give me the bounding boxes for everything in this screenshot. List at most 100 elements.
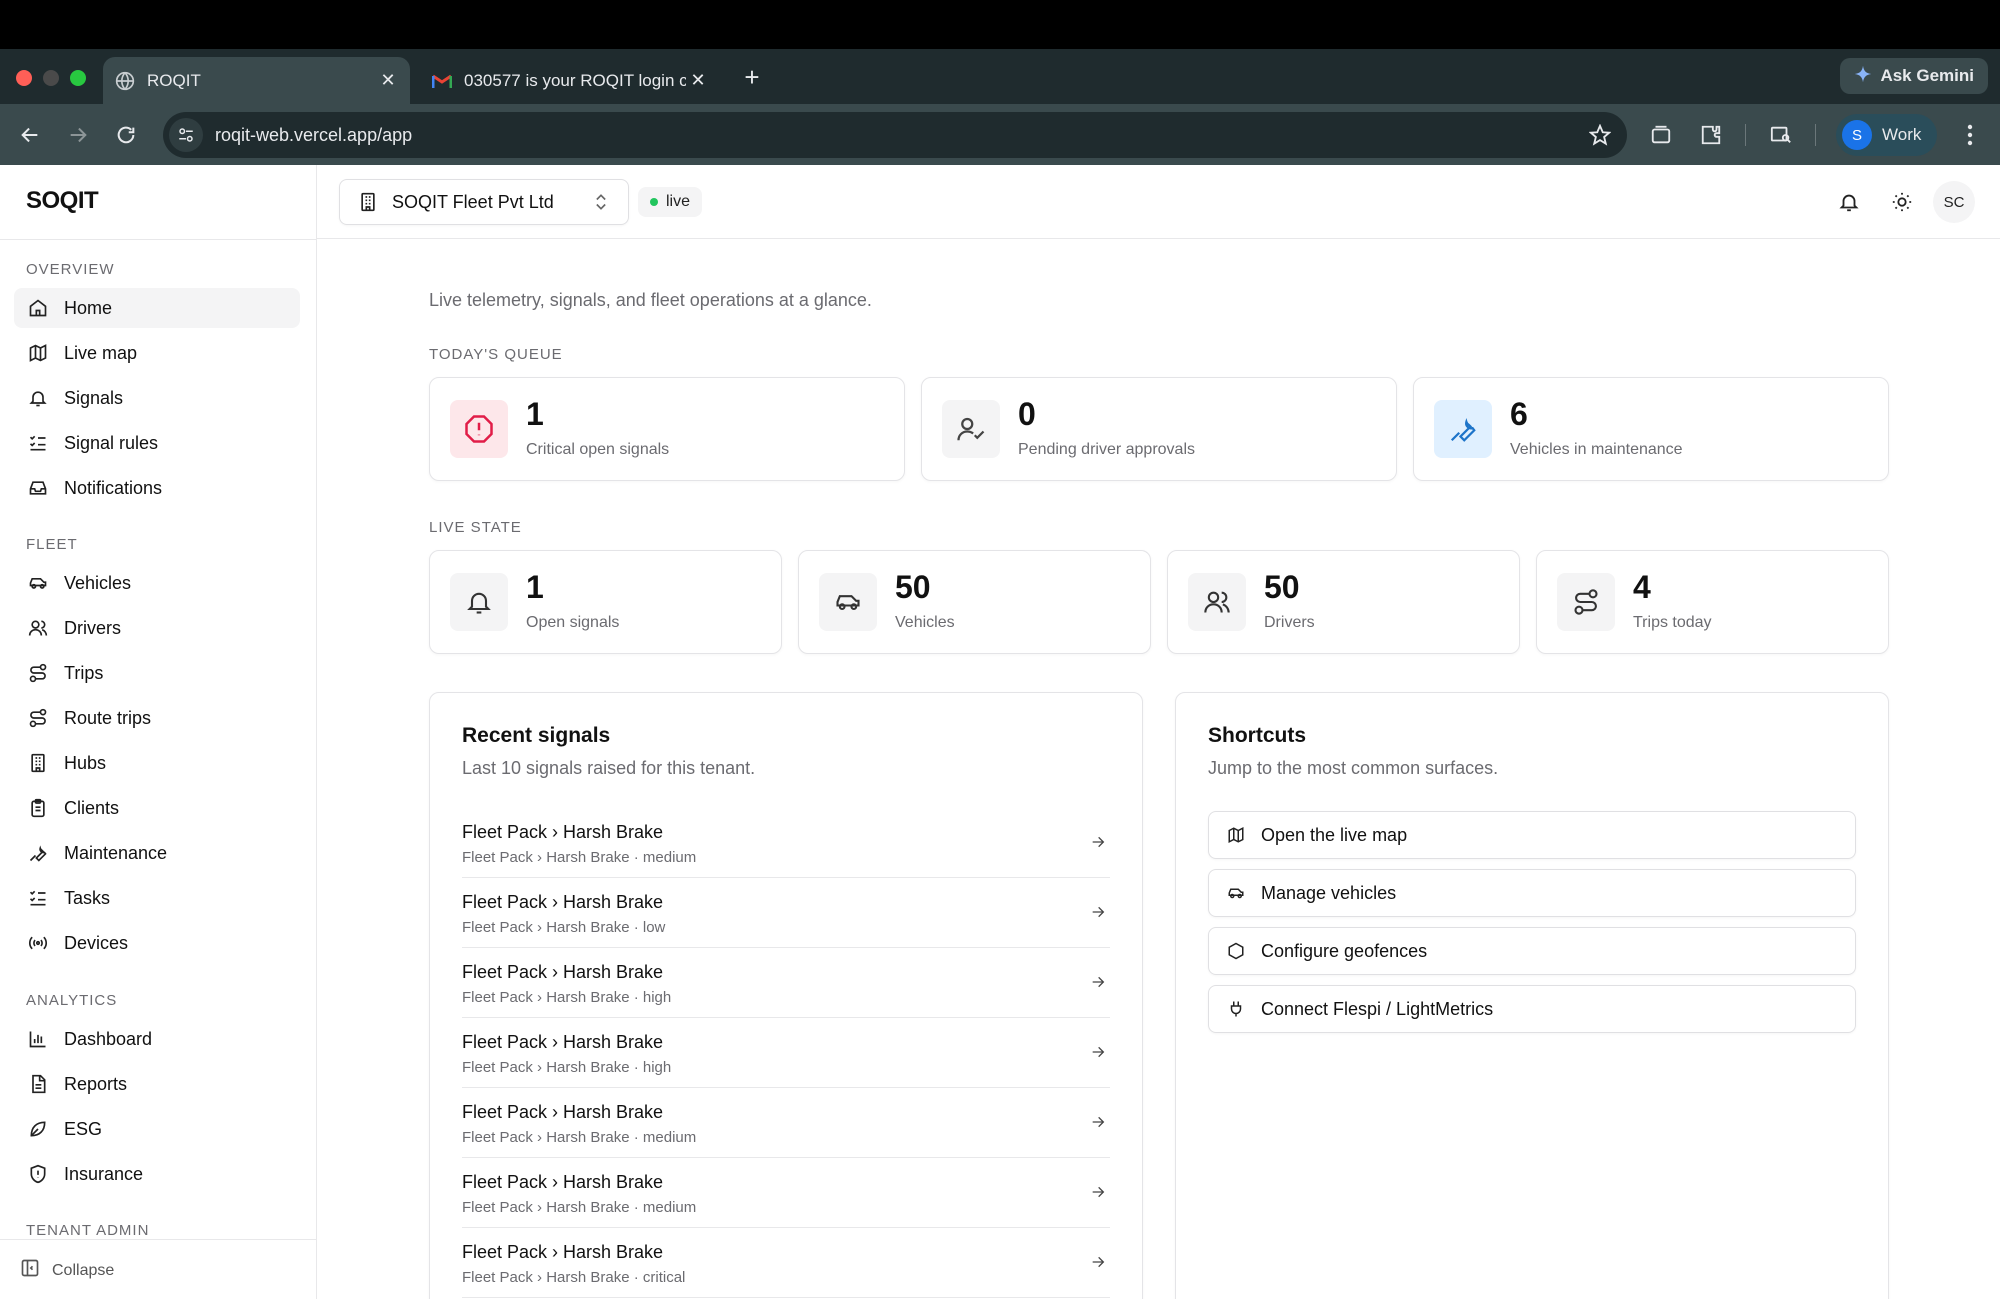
sun-icon[interactable] [1888,188,1916,216]
new-tab-icon[interactable]: + [737,62,767,92]
sidebar-item-label: Route trips [64,707,152,728]
building-icon [356,190,380,214]
inbox-icon [26,476,50,500]
sidebar-item-route-trips[interactable]: Route trips [14,698,300,738]
stat-card-critical-signals[interactable]: 1 Critical open signals [429,377,905,481]
browser-tab-gmail[interactable]: 030577 is your ROQIT login c ✕ [420,57,720,104]
arrow-right-icon [1086,1040,1110,1064]
bar-chart-icon [26,1027,50,1051]
sidebar-item-clients[interactable]: Clients [14,788,300,828]
signal-row[interactable]: Fleet Pack › Harsh Brake Fleet Pack › Ha… [462,808,1110,878]
window-minimize-dot[interactable] [43,70,59,86]
sidebar-item-devices[interactable]: Devices [14,923,300,963]
close-tab-icon[interactable]: ✕ [686,69,710,93]
screen-top-bar [0,0,2000,49]
reload-icon[interactable] [112,121,140,149]
sidebar-item-label: Vehicles [64,572,132,593]
window-close-dot[interactable] [16,70,32,86]
plug-icon [1225,998,1247,1020]
sidebar-item-label: Trips [64,662,104,683]
arrow-right-icon [1086,970,1110,994]
tenant-selector[interactable]: SOQIT Fleet Pvt Ltd [339,179,629,225]
stat-card-open-signals[interactable]: 1 Open signals [429,550,782,654]
user-check-icon [942,400,1000,458]
sidebar-item-label: Clients [64,797,120,818]
sparkle-icon [1854,65,1872,88]
list-checks-icon [26,886,50,910]
car-icon [26,571,50,595]
map-icon [1225,824,1247,846]
arrow-right-icon [1086,830,1110,854]
signal-row[interactable]: Fleet Pack › Harsh Brake Fleet Pack › Ha… [462,878,1110,948]
window-zoom-dot[interactable] [70,70,86,86]
tab-search-icon[interactable] [1767,121,1795,149]
divider [0,239,316,240]
shortcut-manage-vehicles[interactable]: Manage vehicles [1208,869,1856,917]
clipboard-icon [26,796,50,820]
stat-value: 50 [895,569,931,605]
profile-chip[interactable]: S Work [1836,114,1938,156]
browser-tab-roqit[interactable]: ROQIT ✕ [103,57,410,104]
avatar[interactable]: SC [1933,181,1975,223]
site-settings-icon[interactable] [169,118,203,152]
browser-menu-icon[interactable] [1958,122,1982,148]
sidebar-item-drivers[interactable]: Drivers [14,608,300,648]
signal-row[interactable]: Fleet Pack › Harsh Brake Fleet Pack › Ha… [462,1018,1110,1088]
shortcut-configure-geofences[interactable]: Configure geofences [1208,927,1856,975]
media-icon[interactable] [1647,121,1675,149]
close-tab-icon[interactable]: ✕ [376,69,400,93]
sidebar-item-reports[interactable]: Reports [14,1064,300,1104]
todays-queue-label: TODAY'S QUEUE [429,346,563,363]
shortcuts-panel: Shortcuts Jump to the most common surfac… [1175,692,1889,1299]
users-icon [26,616,50,640]
bell-icon[interactable] [1835,188,1863,216]
wrench-icon [26,841,50,865]
arrow-right-icon [1086,1110,1110,1134]
brand-logo[interactable]: SOQIT [26,187,99,215]
sidebar-item-maintenance[interactable]: Maintenance [14,833,300,873]
sidebar-item-insurance[interactable]: Insurance [14,1154,300,1194]
sidebar-section-analytics: ANALYTICS [26,992,118,1009]
stat-card-drivers[interactable]: 50 Drivers [1167,550,1520,654]
stat-label: Vehicles in maintenance [1510,441,1683,458]
extensions-icon[interactable] [1697,121,1725,149]
sidebar-item-esg[interactable]: ESG [14,1109,300,1149]
collapse-button[interactable]: Collapse [20,1258,114,1283]
address-bar[interactable]: roqit-web.vercel.app/app [163,112,1627,158]
toolbar-separator [1745,124,1746,146]
signal-row[interactable]: Fleet Pack › Harsh Brake Fleet Pack › Ha… [462,1228,1110,1298]
forward-icon[interactable] [64,121,92,149]
sidebar-item-vehicles[interactable]: Vehicles [14,563,300,603]
live-dot [650,198,658,206]
sidebar-item-hubs[interactable]: Hubs [14,743,300,783]
sidebar-item-dashboard[interactable]: Dashboard [14,1019,300,1059]
sidebar-item-trips[interactable]: Trips [14,653,300,693]
gmail-icon [432,71,452,91]
profile-label: Work [1882,125,1922,144]
stat-card-trips-today[interactable]: 4 Trips today [1536,550,1889,654]
main-content: Live telemetry, signals, and fleet opera… [317,240,2000,1299]
stat-value: 1 [526,396,544,432]
ask-gemini-button[interactable]: Ask Gemini [1840,58,1988,94]
sidebar-item-signals[interactable]: Signals [14,378,300,418]
sidebar-item-live-map[interactable]: Live map [14,333,300,373]
sidebar-item-signal-rules[interactable]: Signal rules [14,423,300,463]
arrow-right-icon [1086,1250,1110,1274]
back-icon[interactable] [16,121,44,149]
signal-row[interactable]: Fleet Pack › Harsh Brake Fleet Pack › Ha… [462,1088,1110,1158]
shortcut-open-live-map[interactable]: Open the live map [1208,811,1856,859]
stat-card-vehicles[interactable]: 50 Vehicles [798,550,1151,654]
signal-row[interactable]: Fleet Pack › Harsh Brake Fleet Pack › Ha… [462,948,1110,1018]
sidebar-item-home[interactable]: Home [14,288,300,328]
sidebar-item-tasks[interactable]: Tasks [14,878,300,918]
globe-icon [115,71,135,91]
route-icon [26,706,50,730]
sidebar-item-notifications[interactable]: Notifications [14,468,300,508]
stat-label: Drivers [1264,614,1315,631]
stat-card-pending-approvals[interactable]: 0 Pending driver approvals [921,377,1397,481]
live-state-label: LIVE STATE [429,519,522,536]
signal-row[interactable]: Fleet Pack › Harsh Brake Fleet Pack › Ha… [462,1158,1110,1228]
shortcut-connect-integrations[interactable]: Connect Flespi / LightMetrics [1208,985,1856,1033]
stat-card-maintenance[interactable]: 6 Vehicles in maintenance [1413,377,1889,481]
bookmark-star-icon[interactable] [1585,120,1615,150]
